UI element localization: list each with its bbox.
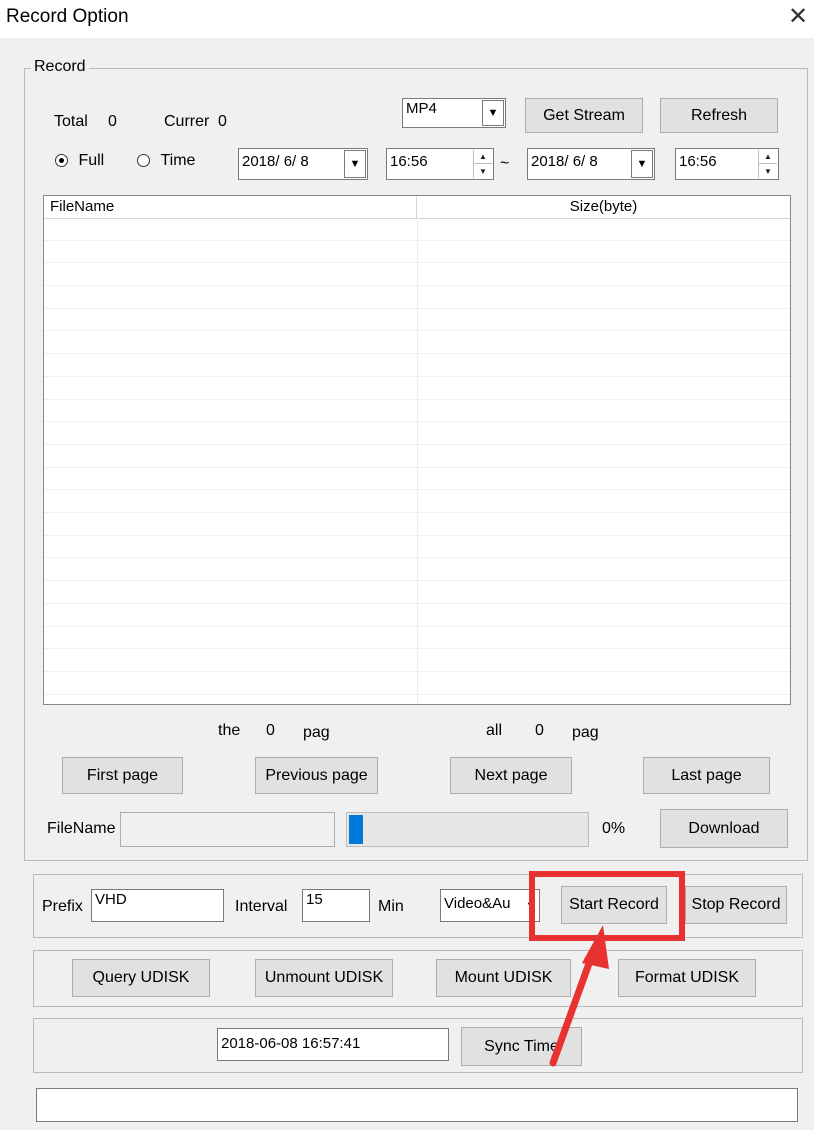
arrow-shaft (549, 954, 595, 1067)
arrow-head (582, 925, 609, 969)
annotation-arrow (549, 925, 609, 1067)
